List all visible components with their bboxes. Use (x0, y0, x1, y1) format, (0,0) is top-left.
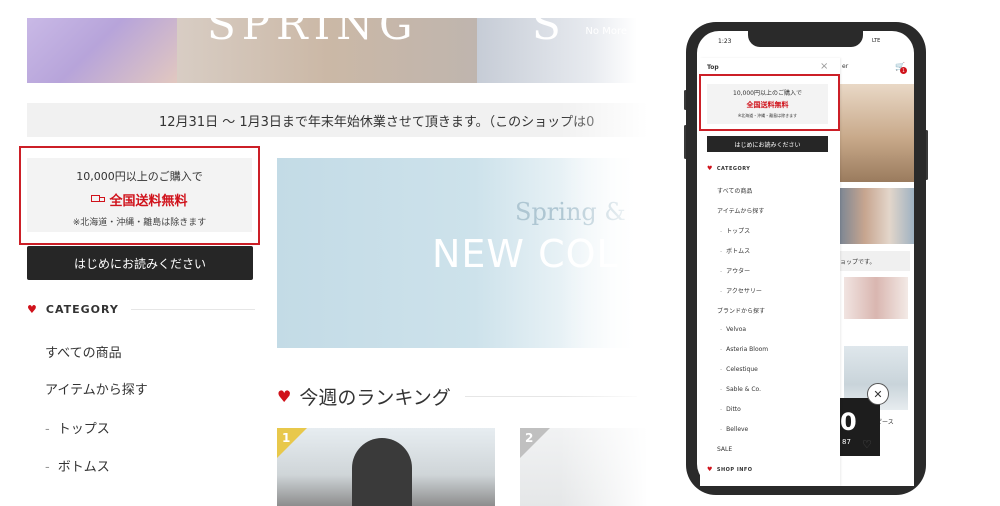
category-item-tops-label: トップス (57, 422, 110, 437)
phone-logo: er (842, 63, 849, 70)
drawer-item[interactable]: SALE (717, 446, 732, 453)
drawer-item[interactable]: - Belleve (720, 426, 748, 433)
drawer-item-label: トップス (726, 228, 751, 235)
popup-close-icon[interactable]: ✕ (867, 383, 889, 405)
holiday-notice-text: 12月31日 ～ 1月3日まで年末年始休業させて頂きます。（このショップは0 (159, 114, 595, 130)
hero-corner-text: No More (585, 26, 627, 37)
heart-icon: ♥ (27, 303, 38, 316)
promo-line2: 全国送料無料 (109, 194, 188, 209)
drawer-item-label: ボトムス (726, 248, 751, 255)
hero-image-right: S No More (477, 18, 637, 83)
category-item-bottoms-label: ボトムス (57, 460, 110, 475)
fade-overlay (560, 90, 670, 506)
category-item-all[interactable]: すべての商品 (45, 342, 122, 361)
category-item-bottoms[interactable]: - ボトムス (45, 456, 110, 475)
drawer-item[interactable]: - アクセサリー (720, 286, 762, 295)
drawer-item[interactable]: - トップス (720, 226, 750, 235)
drawer-item-label: Belleve (726, 426, 749, 433)
phone-image-rack (844, 277, 908, 319)
phone-shop-info-heading: ♥ SHOP INFO (707, 466, 828, 473)
drawer-item[interactable]: すべての商品 (717, 186, 752, 195)
product-image (352, 438, 412, 506)
dash-marker: - (45, 460, 50, 475)
phone-promo-line1: 10,000円以上のご購入で (733, 90, 802, 97)
hero-decor-text: SPRING (207, 18, 419, 49)
drawer-item[interactable]: - Velvoa (720, 326, 746, 333)
drawer-close-icon[interactable]: × (820, 61, 828, 72)
ranking-title: 今週のランキング (299, 387, 451, 409)
phone-image-clothes (840, 188, 914, 244)
phone-popup-card[interactable]: 0 87 (840, 398, 880, 456)
phone-read-first-button[interactable]: はじめにお読みください (707, 136, 828, 152)
category-heading-text: CATEGORY (45, 303, 119, 316)
status-time: 1:23 (718, 38, 732, 45)
status-network: LTE (872, 38, 881, 44)
heart-icon: ♥ (707, 165, 713, 172)
holiday-notice-bar: 12月31日 ～ 1月3日まで年末年始休業させて頂きます。（このショップは0 (27, 103, 652, 137)
heart-icon: ♥ (707, 466, 713, 473)
phone-category-heading-text: CATEGORY (716, 165, 751, 172)
phone-free-shipping-promo: 10,000円以上のご購入で 全国送料無料 ※北海道・沖縄・離島は除きます (707, 84, 828, 124)
drawer-item[interactable]: アイテムから探す (717, 206, 764, 215)
drawer-item-label: Asteria Bloom (726, 346, 769, 353)
promo-line1: 10,000円以上のご購入で (76, 170, 203, 183)
drawer-item-label: アウター (726, 268, 751, 275)
phone-hero-image (840, 84, 914, 182)
category-heading: ♥ CATEGORY (27, 303, 255, 316)
phone-notice-snippet: ョップです。 (840, 251, 910, 271)
hero-image-center: SPRING (177, 18, 477, 83)
drawer-item-label: Ditto (726, 406, 741, 413)
phone-promo-line3: ※北海道・沖縄・離島は除きます (737, 113, 798, 118)
category-item-by-item[interactable]: アイテムから探す (45, 379, 148, 398)
read-first-button[interactable]: はじめにお読みください (27, 246, 253, 280)
drawer-item[interactable]: - Sable & Co. (720, 386, 761, 393)
phone-notch (748, 31, 863, 47)
ranking-card[interactable]: 1 (277, 428, 495, 506)
cart-count-badge: 1 (900, 67, 907, 74)
phone-promo-line2: 全国送料無料 (746, 101, 789, 109)
drawer-item[interactable]: ブランドから探す (717, 306, 765, 315)
promo-line3: ※北海道・沖縄・離島は除きます (72, 218, 207, 228)
category-divider (130, 309, 255, 310)
heart-icon: ♥ (277, 387, 292, 406)
phone-notice-text: ョップです。 (840, 258, 876, 266)
drawer-item[interactable]: - Ditto (720, 406, 741, 413)
drawer-item-label: アクセサリー (726, 288, 762, 295)
truck-icon (91, 194, 106, 205)
popup-big-number: 0 (840, 408, 857, 436)
favorite-heart-icon[interactable]: ♡ (862, 438, 872, 451)
drawer-item[interactable]: - Celestique (720, 366, 758, 373)
hero-image-left (27, 18, 177, 83)
free-shipping-promo: 10,000円以上のご購入で 全国送料無料 ※北海道・沖縄・離島は除きます (27, 158, 252, 232)
drawer-item[interactable]: - Asteria Bloom (720, 346, 768, 353)
phone-shop-info-text: SHOP INFO (716, 466, 753, 473)
hero-decor-text-right: S (532, 18, 567, 49)
hero-banner-strip[interactable]: SPRING S No More (27, 18, 637, 83)
drawer-item[interactable]: - アウター (720, 266, 750, 275)
drawer-item[interactable]: - ボトムス (720, 246, 750, 255)
rank-number: 1 (282, 431, 291, 445)
promo-line2-wrap: 全国送料無料 (27, 190, 252, 209)
drawer-item-label: Celestique (726, 366, 758, 373)
popup-small-number: 87 (842, 438, 851, 446)
phone-category-heading: ♥ CATEGORY (707, 165, 828, 172)
drawer-item-label: Velvoa (726, 326, 747, 333)
rank-number: 2 (525, 431, 534, 445)
dash-marker: - (45, 422, 50, 437)
category-item-tops[interactable]: - トップス (45, 418, 110, 437)
drawer-top-link[interactable]: Top (707, 64, 719, 71)
drawer-item-label: Sable & Co. (726, 386, 761, 393)
